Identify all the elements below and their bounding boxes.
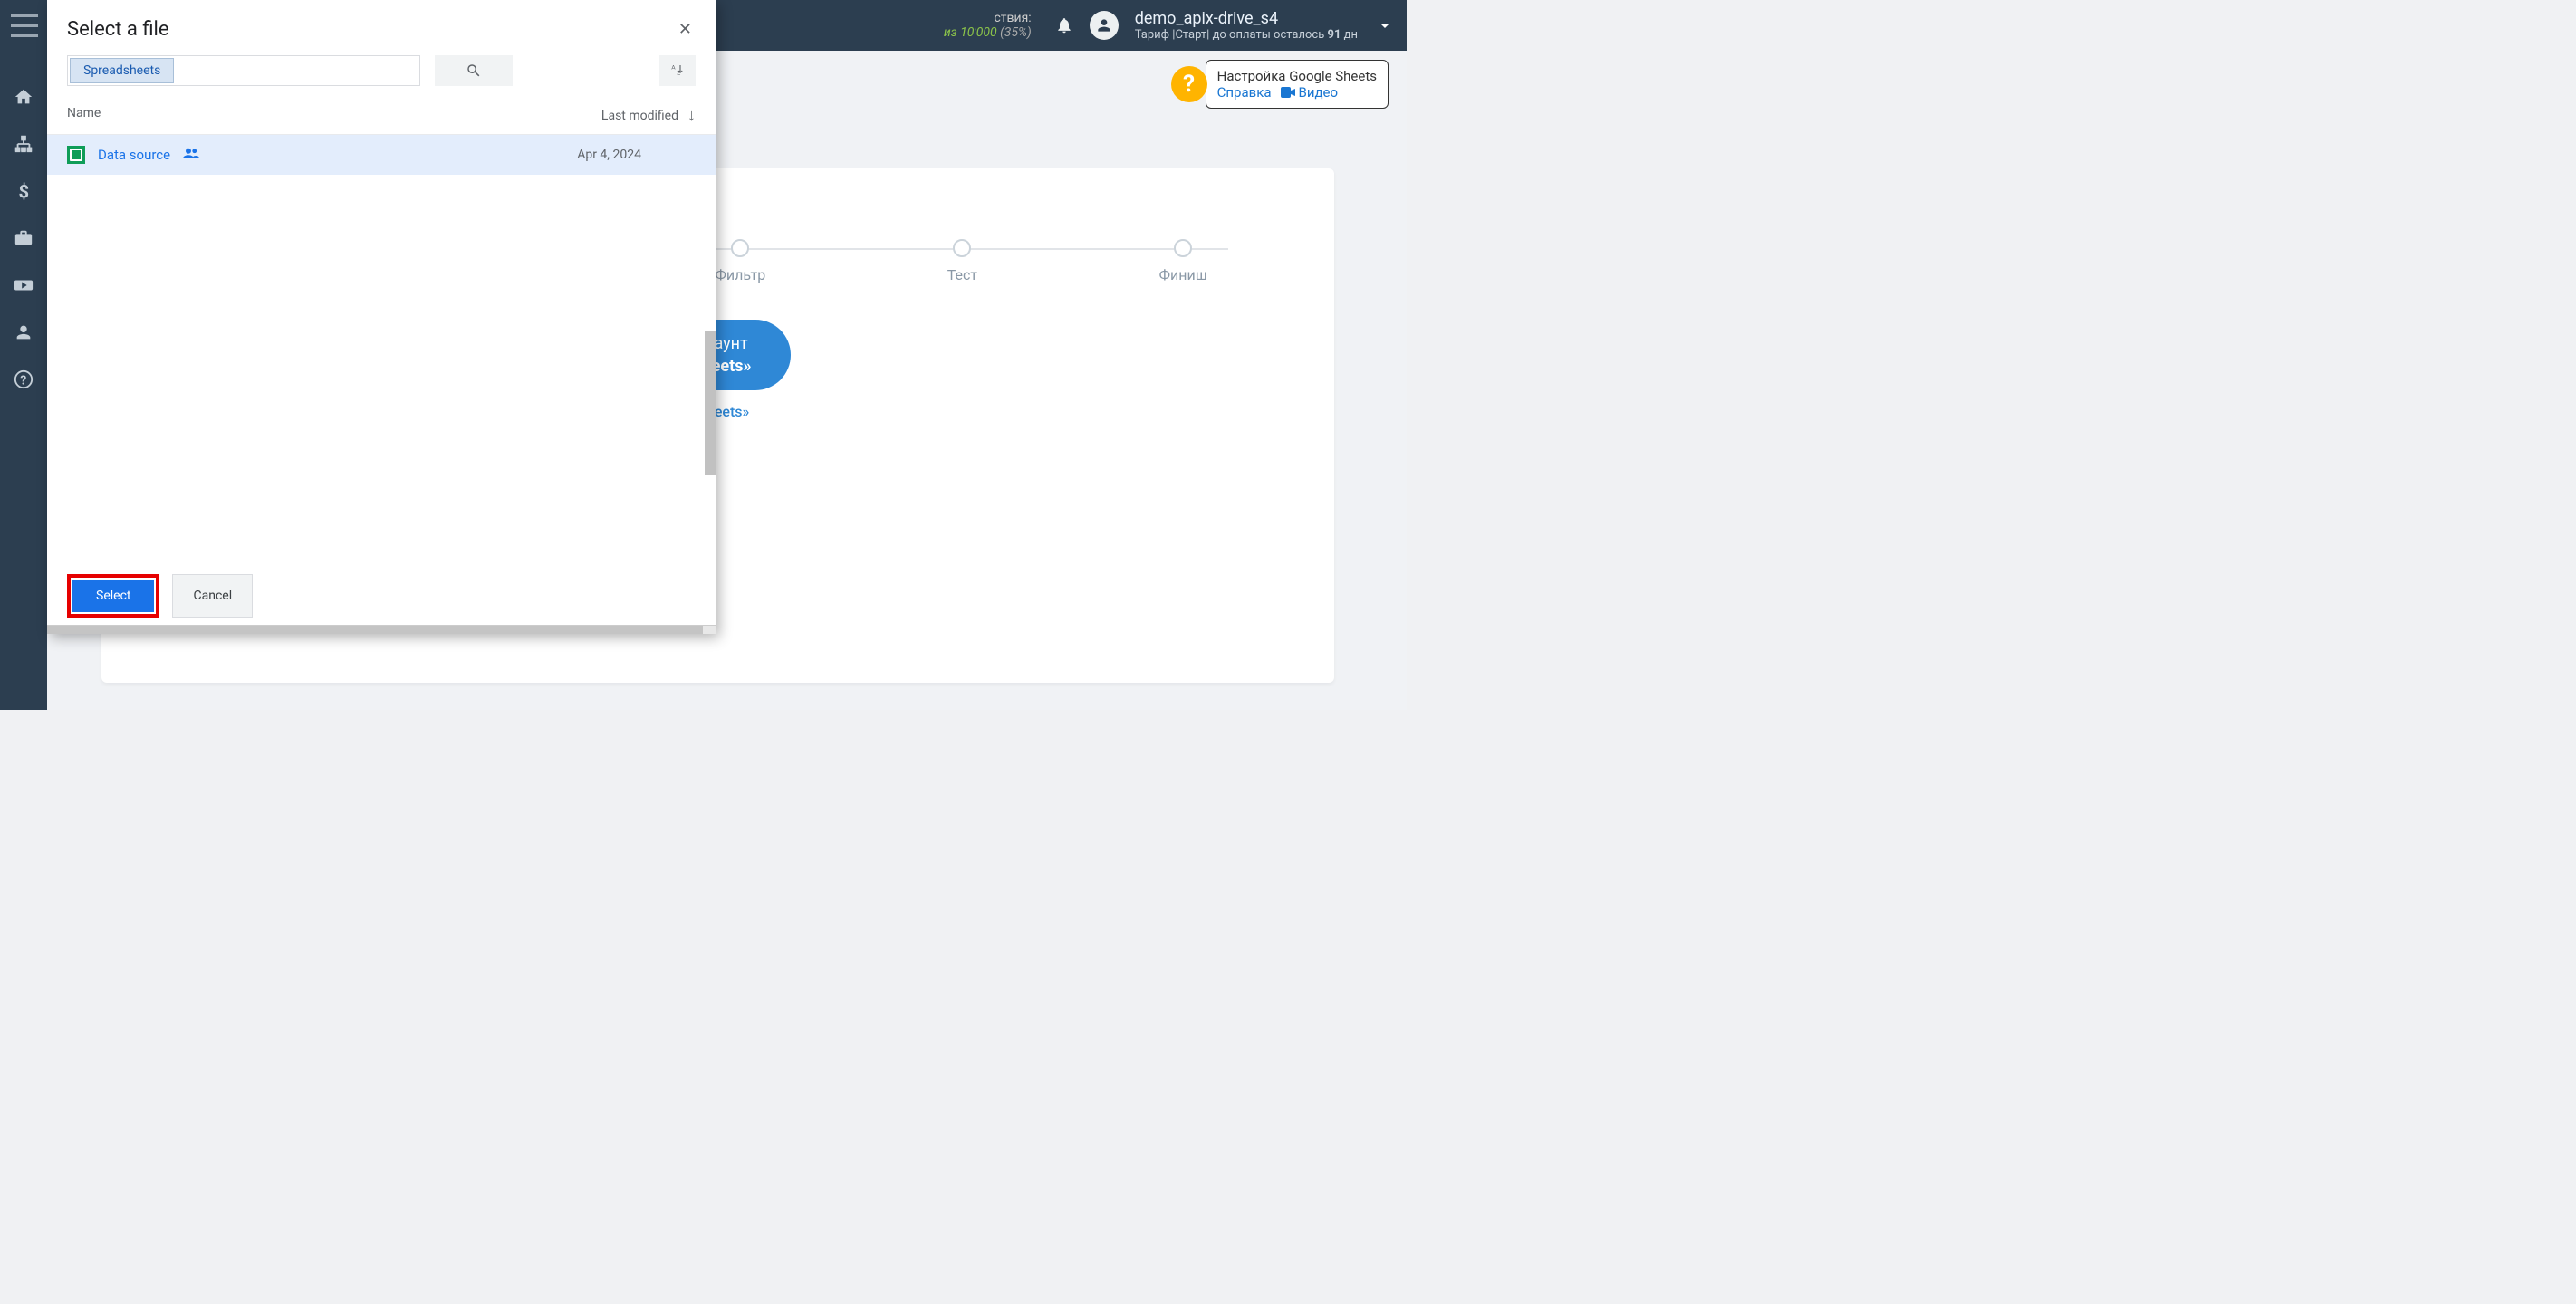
user-icon[interactable] <box>12 322 35 342</box>
step-dot-icon <box>1174 239 1192 257</box>
step-dot-icon <box>953 239 971 257</box>
vertical-scrollbar[interactable] <box>705 331 716 475</box>
google-sheets-icon <box>67 146 85 164</box>
help-box: Настройка Google Sheets Справка Видео <box>1206 60 1389 109</box>
help-icon[interactable]: ? <box>12 369 35 389</box>
sort-button[interactable]: AZ <box>659 55 696 86</box>
home-icon[interactable] <box>12 87 35 107</box>
shared-icon <box>183 148 199 162</box>
user-info: demo_apix-drive_s4 Тариф |Старт| до опла… <box>1135 9 1358 42</box>
step-dot-icon <box>731 239 749 257</box>
file-type-chip-label: Spreadsheets <box>70 58 174 83</box>
picker-toolbar: Spreadsheets AZ <box>47 52 716 97</box>
bell-icon[interactable] <box>1055 16 1073 34</box>
sidebar: $ ? <box>0 51 47 710</box>
help-question-icon[interactable]: ? <box>1171 66 1207 102</box>
sort-arrow-down-icon: ↓ <box>687 106 696 125</box>
file-picker-modal: Select a file ✕ Spreadsheets AZ Name Las… <box>47 0 716 634</box>
help-link-video[interactable]: Видео <box>1281 84 1339 101</box>
picker-file-list: Data source Apr 4, 2024 <box>47 135 716 558</box>
help-link-reference[interactable]: Справка <box>1217 84 1272 101</box>
sitemap-icon[interactable] <box>12 134 35 154</box>
usage-indicator: ствия: из 10'000 (35%) <box>944 11 1032 40</box>
file-row[interactable]: Data source Apr 4, 2024 <box>47 135 716 175</box>
usage-label: ствия: <box>994 11 1031 25</box>
user-avatar[interactable] <box>1090 11 1119 40</box>
step-label: Фильтр <box>716 266 766 283</box>
step-label: Финиш <box>1159 266 1207 283</box>
close-icon[interactable]: ✕ <box>675 16 696 43</box>
search-button[interactable] <box>435 55 513 86</box>
step-test[interactable]: Тест <box>947 239 977 283</box>
cancel-button[interactable]: Cancel <box>172 574 253 618</box>
youtube-icon[interactable] <box>12 275 35 295</box>
svg-text:A: A <box>671 64 676 72</box>
picker-title: Select a file <box>67 18 169 41</box>
step-label: Тест <box>947 266 977 283</box>
picker-list-header: Name Last modified ↓ <box>47 97 716 135</box>
svg-text:$: $ <box>19 181 30 201</box>
sort-az-icon: AZ <box>669 62 686 79</box>
search-icon <box>466 62 482 79</box>
file-modified-date: Apr 4, 2024 <box>577 148 641 162</box>
select-button[interactable]: Select <box>72 580 154 612</box>
tariff-text: Тариф |Старт| до оплаты осталось 91 дн <box>1135 28 1358 42</box>
column-name[interactable]: Name <box>67 106 339 125</box>
column-modified[interactable]: Last modified ↓ <box>601 106 696 125</box>
svg-text:?: ? <box>20 374 26 388</box>
file-name: Data source <box>98 147 170 163</box>
step-filter[interactable]: Фильтр <box>716 239 766 283</box>
top-right-section: ствия: из 10'000 (35%) demo_apix-drive_s… <box>944 9 1396 42</box>
dollar-icon[interactable]: $ <box>12 181 35 201</box>
hamburger-menu-icon[interactable] <box>11 14 38 37</box>
username: demo_apix-drive_s4 <box>1135 9 1358 28</box>
usage-percent: (35%) <box>1000 25 1032 40</box>
picker-header: Select a file ✕ <box>47 0 716 52</box>
chevron-down-icon[interactable] <box>1374 14 1396 36</box>
briefcase-icon[interactable] <box>12 228 35 248</box>
select-highlight-box: Select <box>67 574 159 618</box>
help-widget: ? Настройка Google Sheets Справка Видео <box>1171 60 1389 109</box>
help-title: Настройка Google Sheets <box>1217 68 1377 84</box>
horizontal-scrollbar[interactable] <box>47 625 716 634</box>
picker-footer: Select Cancel <box>47 558 716 634</box>
step-finish[interactable]: Финиш <box>1159 239 1207 283</box>
file-type-filter[interactable]: Spreadsheets <box>67 55 420 86</box>
usage-count: из 10'000 <box>944 25 997 40</box>
